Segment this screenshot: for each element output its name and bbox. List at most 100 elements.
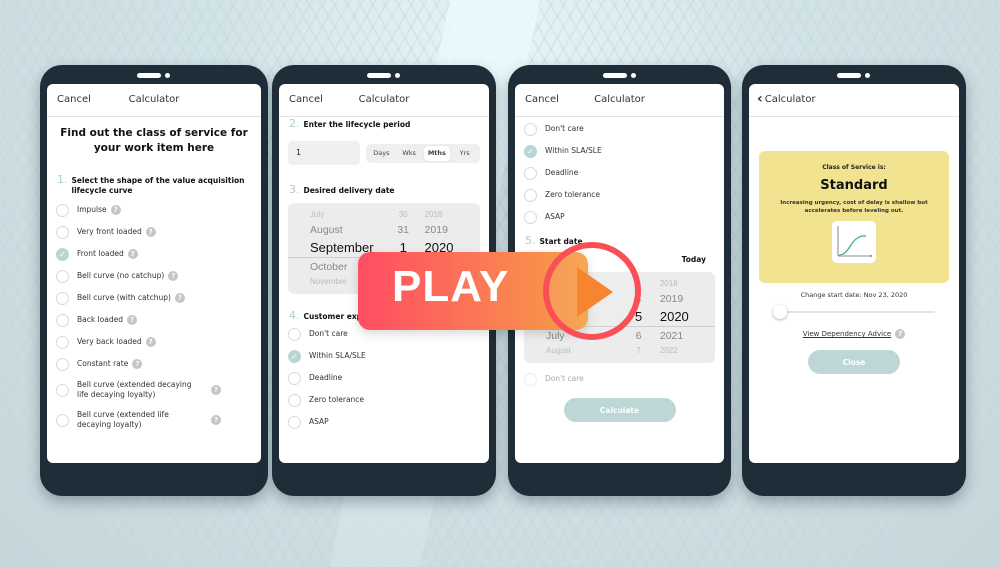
option-item[interactable]: Bell curve (with catchup)? bbox=[47, 287, 261, 309]
help-icon[interactable]: ? bbox=[211, 385, 221, 395]
phone-speaker bbox=[367, 73, 401, 79]
option-item[interactable]: Zero tolerance bbox=[515, 184, 724, 206]
class-of-service-value: Standard bbox=[820, 178, 888, 193]
dependency-advice-row: View Dependency Advice ? bbox=[749, 329, 959, 339]
period-input[interactable]: 1 bbox=[288, 141, 360, 165]
option-item[interactable]: ✓ Within SLA/SLE bbox=[279, 345, 489, 367]
help-icon[interactable]: ? bbox=[127, 315, 137, 325]
radio-button[interactable] bbox=[56, 203, 69, 217]
radio-button[interactable] bbox=[524, 122, 537, 136]
radio-checked[interactable]: ✓ bbox=[288, 349, 301, 363]
period-row: 1 Days Wks Mths Yrs bbox=[279, 141, 489, 165]
help-icon[interactable]: ? bbox=[127, 249, 138, 259]
option-label: Bell curve (with catchup) bbox=[77, 293, 171, 302]
nav-bar: Cancel Calculator bbox=[47, 84, 261, 117]
picker-year: 2019 bbox=[659, 292, 684, 305]
calculate-button[interactable]: Calculate bbox=[563, 398, 676, 422]
option-item[interactable]: Constant rate? bbox=[47, 353, 261, 375]
picker-row[interactable]: August 7 2022 bbox=[524, 344, 715, 357]
radio-button[interactable] bbox=[56, 383, 69, 397]
option-item[interactable]: Deadline bbox=[515, 162, 724, 184]
option-item[interactable]: Very front loaded? bbox=[47, 221, 261, 243]
option-item[interactable]: ASAP bbox=[515, 206, 724, 228]
option-item[interactable]: Bell curve (extended life decaying loyal… bbox=[47, 405, 261, 435]
option-item[interactable]: ✓ Front loaded? bbox=[47, 243, 261, 265]
close-button[interactable]: Close bbox=[808, 350, 900, 374]
slider-thumb[interactable] bbox=[773, 305, 787, 319]
nav-bar: ‹ Calculator bbox=[749, 84, 959, 117]
radio-button[interactable] bbox=[524, 188, 537, 202]
page-heading: Find out the class of service for your w… bbox=[60, 127, 248, 154]
step-1-heading: 1. Select the shape of the value acquisi… bbox=[57, 173, 245, 195]
radio-button[interactable] bbox=[56, 357, 69, 371]
play-triangle-icon[interactable] bbox=[577, 267, 613, 317]
option-item[interactable]: ASAP bbox=[279, 411, 489, 433]
radio-button[interactable] bbox=[288, 327, 301, 341]
radio-button[interactable] bbox=[288, 415, 301, 429]
option-item[interactable]: Zero tolerance bbox=[279, 389, 489, 411]
radio-button[interactable] bbox=[524, 210, 537, 224]
option-label: Deadline bbox=[545, 168, 579, 177]
screen-result: ‹ Calculator Class of Service is: Standa… bbox=[749, 84, 959, 463]
phone-speaker bbox=[137, 73, 171, 79]
result-description: Increasing urgency, cost of delay is sha… bbox=[780, 200, 928, 214]
option-item[interactable]: Back loaded? bbox=[47, 309, 261, 331]
s-curve-icon bbox=[837, 226, 873, 258]
option-label: Impulse bbox=[77, 205, 107, 214]
unit-tab-wks[interactable]: Wks bbox=[396, 146, 423, 161]
back-button[interactable]: ‹ Calculator bbox=[757, 92, 816, 106]
radio-button[interactable] bbox=[288, 393, 301, 407]
option-item[interactable]: Impulse? bbox=[47, 199, 261, 221]
picker-year: 2019 bbox=[424, 223, 448, 236]
picker-row[interactable]: July 30 2018 bbox=[288, 208, 480, 221]
radio-button[interactable] bbox=[56, 225, 69, 239]
radio-button[interactable] bbox=[524, 372, 537, 386]
radio-button[interactable] bbox=[56, 335, 69, 349]
result-heading: Class of Service is: bbox=[822, 164, 886, 171]
radio-button[interactable] bbox=[56, 413, 69, 427]
option-label: Deadline bbox=[309, 373, 343, 382]
option-item[interactable]: ✓ Within SLA/SLE bbox=[515, 140, 724, 162]
option-item[interactable]: Very back loaded? bbox=[47, 331, 261, 353]
option-item[interactable]: Bell curve (no catchup)? bbox=[47, 265, 261, 287]
help-icon[interactable]: ? bbox=[174, 293, 185, 303]
help-icon[interactable]: ? bbox=[145, 227, 156, 237]
option-item[interactable]: Don't care bbox=[515, 118, 724, 140]
help-icon[interactable]: ? bbox=[895, 329, 906, 339]
option-item[interactable]: Bell curve (extended decaying life decay… bbox=[47, 375, 261, 405]
help-icon[interactable]: ? bbox=[168, 271, 179, 281]
option-label: ASAP bbox=[309, 417, 329, 426]
view-dependency-advice-link[interactable]: View Dependency Advice bbox=[803, 330, 891, 338]
radio-button[interactable] bbox=[524, 166, 537, 180]
play-label[interactable]: PLAY bbox=[392, 262, 509, 312]
radio-button[interactable] bbox=[56, 291, 69, 305]
step-5-heading: 5. Start date bbox=[525, 234, 583, 247]
unit-tab-mths[interactable]: Mths bbox=[423, 145, 451, 161]
option-label: Front loaded bbox=[77, 249, 124, 258]
radio-checked[interactable]: ✓ bbox=[56, 247, 69, 261]
help-icon[interactable]: ? bbox=[132, 359, 143, 369]
picker-row[interactable]: August 31 2019 bbox=[288, 221, 480, 238]
help-icon[interactable]: ? bbox=[145, 337, 156, 347]
picker-month: July bbox=[310, 210, 325, 219]
nav-bar: Cancel Calculator bbox=[279, 84, 489, 117]
picker-year: 2018 bbox=[659, 279, 678, 288]
unit-tab-yrs[interactable]: Yrs bbox=[451, 146, 478, 161]
radio-button[interactable] bbox=[56, 269, 69, 283]
option-label: Don't care bbox=[309, 329, 348, 338]
option-label: Within SLA/SLE bbox=[545, 146, 602, 155]
radio-button[interactable] bbox=[56, 313, 69, 327]
option-item[interactable]: Deadline bbox=[279, 367, 489, 389]
option-label: ASAP bbox=[545, 212, 565, 221]
picker-day: 6 bbox=[635, 329, 642, 342]
radio-button[interactable] bbox=[288, 371, 301, 385]
help-icon[interactable]: ? bbox=[211, 415, 221, 425]
start-date-slider[interactable] bbox=[773, 305, 935, 319]
dont-care-start-option[interactable]: Don't care bbox=[515, 368, 724, 390]
nav-title: Calculator bbox=[128, 94, 180, 105]
picker-year: 2021 bbox=[659, 329, 684, 342]
unit-tab-days[interactable]: Days bbox=[368, 146, 395, 161]
today-button[interactable]: Today bbox=[682, 255, 706, 264]
radio-checked[interactable]: ✓ bbox=[524, 144, 537, 158]
help-icon[interactable]: ? bbox=[110, 205, 121, 215]
